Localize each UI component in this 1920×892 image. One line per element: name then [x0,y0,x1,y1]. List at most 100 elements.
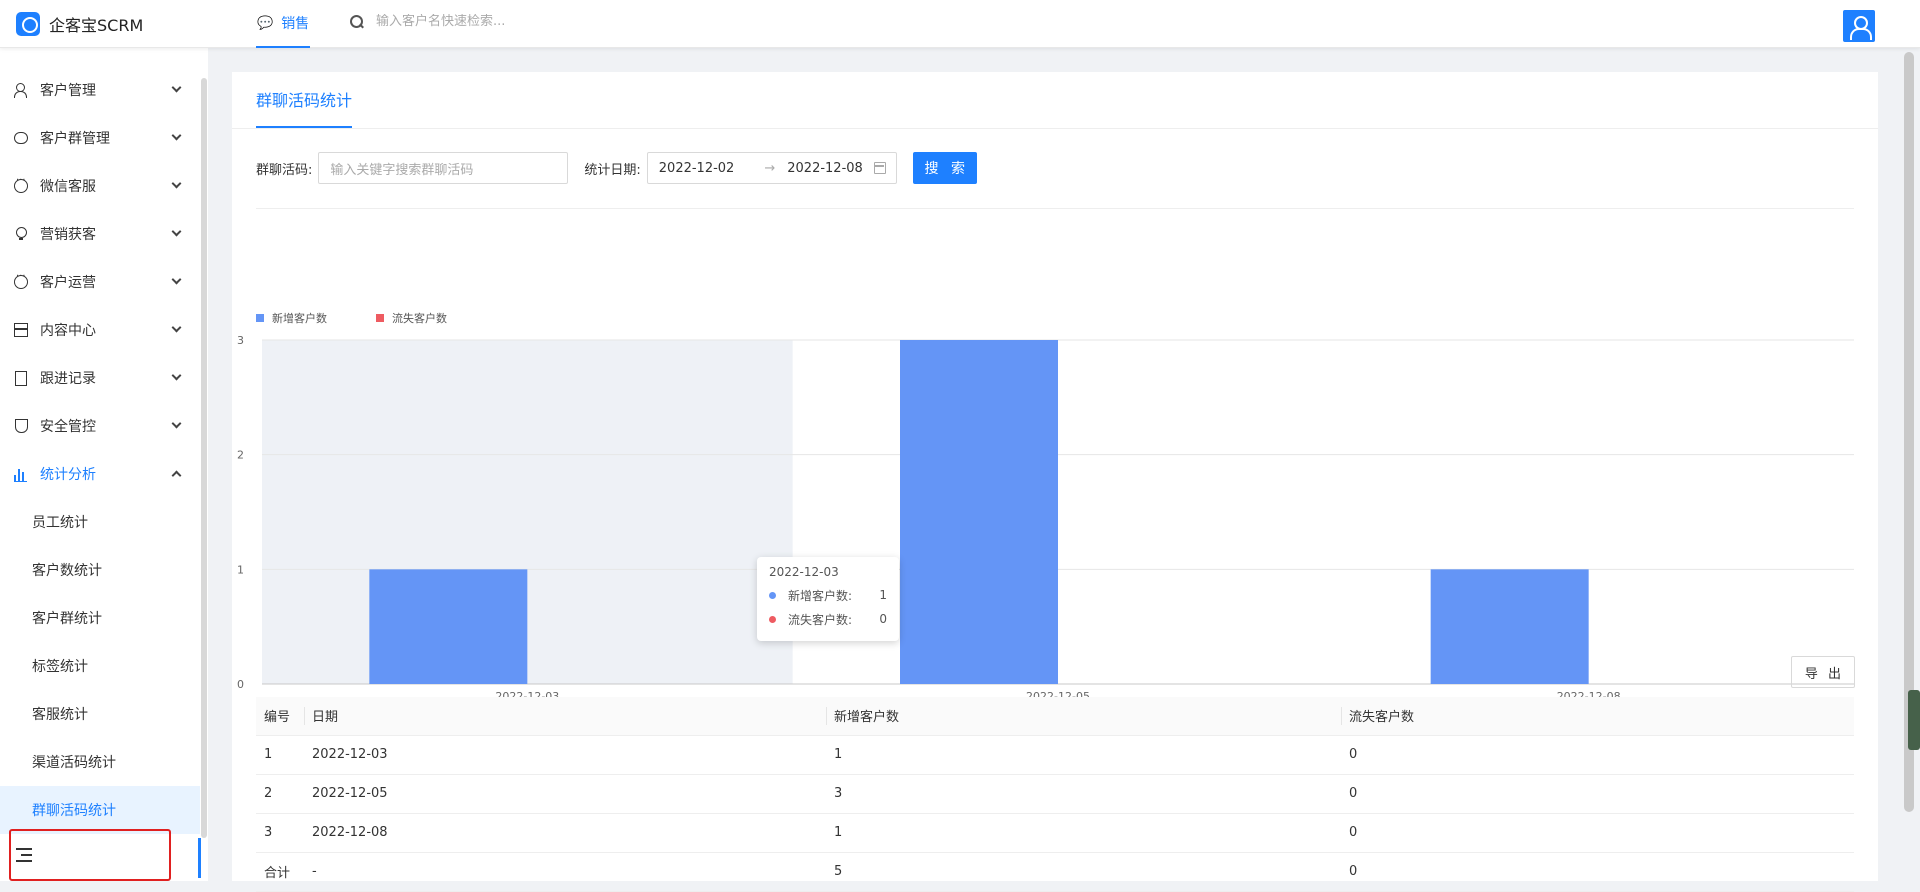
user-avatar-button[interactable] [1843,10,1875,42]
sidebar-item-wechat-service[interactable]: 微信客服 [0,162,200,210]
tooltip-title: 2022-12-03 [769,565,839,579]
sidebar-subitem-group-stats[interactable]: 客户群统计 [0,594,200,642]
sidebar-item-label: 客户群管理 [40,131,110,147]
col-header-id[interactable]: 编号 [256,697,304,736]
sidebar-item-label: 客户管理 [40,83,96,99]
sidebar-item-statistics[interactable]: 统计分析 [0,450,200,498]
legend-label: 新增客户数 [272,311,327,325]
date-filter-label: 统计日期: [584,162,641,178]
dot-icon [769,591,776,599]
sidebar-item-group-management[interactable]: 客户群管理 [0,114,200,162]
col-header-lost[interactable]: 流失客户数 [1341,697,1854,736]
sidebar-item-label: 客户运营 [40,275,96,291]
nav-tab-sales[interactable]: 💬 销售 [256,0,311,48]
sidebar-item-label: 安全管控 [40,419,96,435]
table-cell: 0 [1341,735,1854,775]
legend-swatch [376,314,384,322]
sidebar-menu: 客户管理 客户群管理 微信客服 营销获客 客户运营 内容中心 [0,66,200,834]
date-range-picker[interactable]: 2022-12-02 → 2022-12-08 [646,152,897,184]
user-icon [14,83,28,98]
service-icon [14,175,28,193]
code-search-input[interactable]: 输入关键字搜索群聊活码 [318,152,569,184]
shield-icon [14,419,28,433]
wechat-icon: 💬 [257,15,274,31]
table-header-row: 编号 日期 新增客户数 流失客户数 [256,697,1854,736]
sidebar-subitem-channel-code-stats[interactable]: 渠道活码统计 [0,738,200,786]
col-header-date[interactable]: 日期 [304,697,826,736]
chevron-up-icon [171,470,182,481]
table-cell: 1 [826,735,1341,775]
bar [369,569,528,684]
calendar-icon [873,162,886,174]
sidebar-item-label: 微信客服 [40,179,96,195]
table-cell: 合计 [256,852,304,892]
table-cell: 0 [1341,852,1854,892]
sidebar-item-label: 内容中心 [40,323,96,339]
col-header-new[interactable]: 新增客户数 [826,697,1341,736]
collapse-menu-icon[interactable] [16,848,32,862]
tab-group-code-stats[interactable]: 群聊活码统计 [256,72,353,128]
tooltip-row: 流失客户数: 0 [769,607,887,631]
main-card: 群聊活码统计 群聊活码: 输入关键字搜索群聊活码 统计日期: 2022-12-0… [232,72,1878,892]
active-indicator [198,838,201,878]
app-logo[interactable]: 企客宝SCRM [16,12,143,36]
tooltip-value: 1 [879,588,887,602]
legend-swatch [256,314,264,322]
chevron-down-icon [171,226,182,237]
arrow-right-icon: → [764,160,776,176]
sidebar-item-content[interactable]: 内容中心 [0,306,200,354]
sidebar-item-marketing[interactable]: 营销获客 [0,210,200,258]
sidebar-item-operation[interactable]: 客户运营 [0,258,200,306]
table-cell: 3 [826,774,1341,814]
sidebar-item-label: 营销获客 [40,227,96,243]
chevron-down-icon [171,82,182,93]
table-cell: 5 [826,852,1341,892]
bar-chart[interactable]: 0123新增客户数 流失客户数2022-12-03 2022-12-05 2022-1… [232,222,1878,702]
record-icon [14,371,28,386]
table-row: 3 2022-12-08 1 0 [256,813,1854,853]
code-filter-label: 群聊活码: [256,162,313,178]
date-end[interactable]: 2022-12-08 [787,161,863,176]
table-cell: 0 [1341,774,1854,814]
table-row: 2 2022-12-05 3 0 [256,774,1854,814]
global-search-input[interactable] [376,14,676,29]
tooltip-series-name: 流失客户数: [788,612,853,627]
table-cell: 2022-12-08 [304,813,826,853]
legend-label: 流失客户数 [392,311,447,325]
chart-tooltip: 2022-12-03 新增客户数: 1 流失客户数: 0 [757,557,899,641]
tooltip-row: 新增客户数: 1 [769,583,887,607]
operation-icon [14,271,28,289]
table-cell: 3 [256,813,304,853]
y-tick-label: 3 [237,334,244,347]
sidebar-item-security[interactable]: 安全管控 [0,402,200,450]
top-header: 企客宝SCRM 💬 销售 [0,0,1920,48]
sidebar-item-label: 统计分析 [40,467,96,483]
table-cell: 2 [256,774,304,814]
sidebar-item-label: 跟进记录 [40,371,96,387]
sidebar-scrollbar[interactable] [201,78,207,838]
sidebar-subitem-service-stats[interactable]: 客服统计 [0,690,200,738]
y-tick-label: 2 [237,449,244,462]
date-start[interactable]: 2022-12-02 [659,161,735,176]
sidebar-subitem-customer-stats[interactable]: 客户数统计 [0,546,200,594]
chevron-down-icon [171,322,182,333]
table-cell: 1 [826,813,1341,853]
export-button[interactable]: 导 出 [1791,656,1855,688]
chevron-down-icon [171,418,182,429]
sidebar-item-customer-management[interactable]: 客户管理 [0,66,200,114]
sidebar-subitem-staff-stats[interactable]: 员工统计 [0,498,200,546]
table-cell: 0 [1341,813,1854,853]
bar-chart-icon [14,467,28,482]
chevron-down-icon [171,130,182,141]
page-scrollbar-handle[interactable] [1908,690,1920,750]
search-button[interactable]: 搜 索 [912,152,977,184]
sidebar-subitem-group-code-stats[interactable]: 群聊活码统计 [0,786,200,834]
table-cell: - [304,852,826,892]
global-search[interactable] [350,14,676,29]
sidebar-subitem-tag-stats[interactable]: 标签统计 [0,642,200,690]
table-cell: 2022-12-03 [304,735,826,775]
sidebar-item-follow-up[interactable]: 跟进记录 [0,354,200,402]
y-tick-label: 1 [237,563,244,576]
table-cell: 2022-12-05 [304,774,826,814]
chevron-down-icon [171,370,182,381]
